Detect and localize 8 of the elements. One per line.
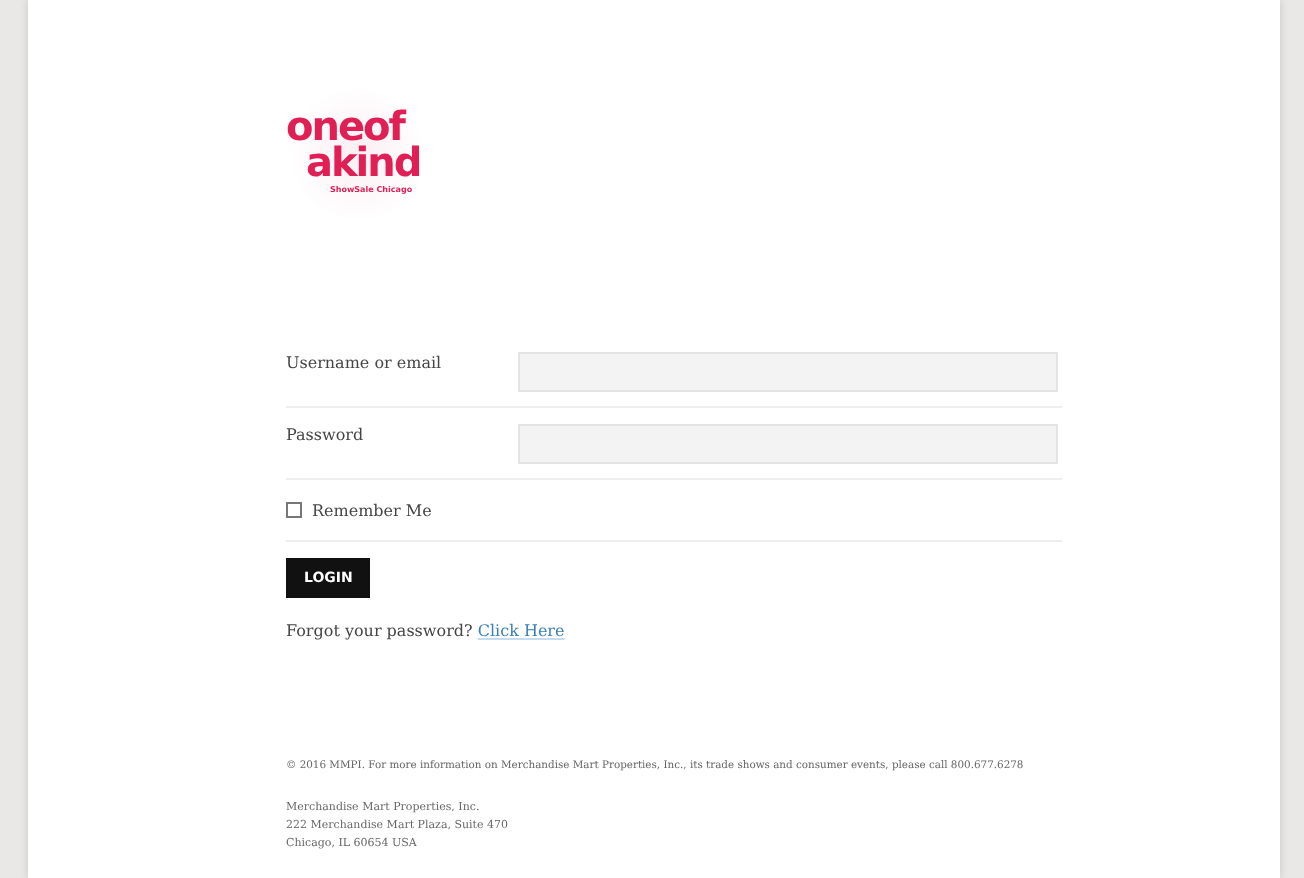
field-label: Password	[286, 426, 366, 444]
input-field[interactable]	[518, 351, 1058, 391]
field-label: Username or email	[286, 354, 444, 372]
click-here-link[interactable]: Click Here	[477, 622, 565, 640]
input-field[interactable]	[518, 423, 1058, 463]
remember-label: Remember Me	[312, 501, 434, 519]
checkbox[interactable]	[286, 502, 302, 518]
forgot-password-text: Forgot your password? Click Here	[286, 622, 567, 640]
